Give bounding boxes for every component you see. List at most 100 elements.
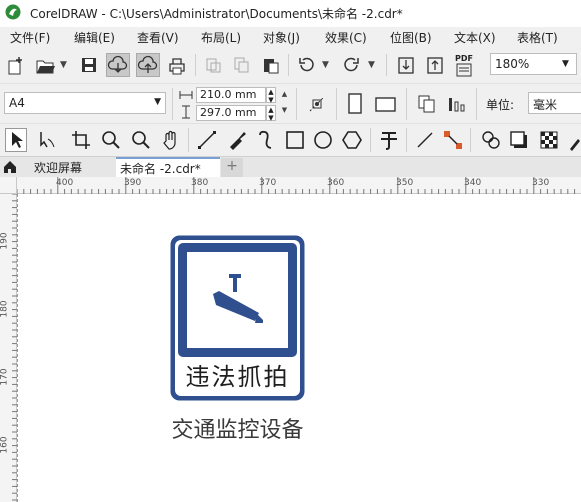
shape-tool-icon[interactable] [36,129,58,151]
tab-welcome[interactable]: 欢迎屏幕 [22,157,116,178]
page-height-field[interactable]: 297.0 mm [196,105,266,121]
window-title: CorelDRAW - C:\Users\Administrator\Docum… [30,7,403,21]
open-folder-icon[interactable] [35,56,57,76]
menu-text[interactable]: 文本(X) [454,29,496,46]
connector-tool-icon[interactable] [442,129,464,151]
toolbox [0,123,581,156]
freehand-tool-icon[interactable] [196,129,218,151]
export-icon[interactable] [425,55,445,75]
ruler-origin[interactable] [0,177,17,194]
menu-file[interactable]: 文件(F) [10,29,50,46]
unit-select[interactable]: 毫米 [528,92,581,114]
bezier-tool-icon[interactable] [255,129,277,151]
landscape-icon[interactable] [374,94,398,114]
ruler-label: 330 [532,178,550,188]
sign-caption: 交通监控设备 [171,418,304,443]
unit-label: 单位: [486,98,515,112]
separator [470,128,471,152]
artistic-media-icon[interactable] [226,129,248,151]
page-height-value: 297.0 mm [200,106,257,119]
tab-document-label: 未命名 -2.cdr* [120,162,201,176]
separator [172,88,173,120]
cut-icon[interactable] [204,56,222,74]
cloud-download-icon [107,55,128,73]
blend-tool-icon[interactable] [480,129,502,151]
redo-dropdown-icon[interactable]: ▼ [368,60,375,70]
paste-icon[interactable] [262,56,280,74]
drawing-canvas[interactable]: 违法抓拍 交通监控设备 [17,194,581,502]
page-border [17,194,18,502]
page-width-value: 210.0 mm [200,88,257,101]
menu-object[interactable]: 对象(J) [263,29,300,46]
pick-tool-button[interactable] [5,128,27,152]
separator [195,54,196,76]
undo-icon[interactable] [297,56,315,74]
menu-edit[interactable]: 编辑(E) [74,29,115,46]
zoom-tool-icon[interactable] [100,129,122,151]
portrait-icon[interactable] [344,92,366,116]
separator [406,88,407,120]
document-tab-bar: 欢迎屏幕 未命名 -2.cdr* + [0,156,581,178]
menu-table[interactable]: 表格(T) [517,29,558,46]
pan-tool-icon[interactable] [160,129,182,151]
separator [336,88,337,120]
ruler-label: 400 [56,178,74,188]
page-size-value: A4 [9,96,25,110]
print-icon[interactable] [167,56,187,76]
page-size-select[interactable]: A4 ▼ [4,92,166,114]
cloud-upload-button[interactable] [136,53,160,77]
page-options-icon[interactable] [306,93,328,115]
dimension-tool-icon[interactable] [414,129,436,151]
horizontal-ruler[interactable]: 400 390 380 370 360 350 340 330 [0,177,581,194]
undo-dropdown-icon[interactable]: ▼ [322,60,329,70]
add-tab-button[interactable]: + [221,158,243,177]
ruler-label: 170 [0,368,10,386]
ruler-label: 190 [0,232,10,250]
tab-document[interactable]: 未命名 -2.cdr* [116,157,220,178]
width-spinner[interactable]: ▲ ▼ [266,87,276,104]
drop-shadow-tool-icon[interactable] [508,129,530,151]
menu-layout[interactable]: 布局(L) [201,29,241,46]
crop-tool-icon[interactable] [70,129,92,151]
save-icon[interactable] [80,56,98,74]
rectangle-tool-icon[interactable] [284,129,306,151]
height-spinner[interactable]: ▲ ▼ [266,105,276,122]
separator [188,128,189,152]
zoom-dropdown-icon[interactable]: ▼ [559,53,577,75]
publish-pdf-button[interactable]: PDF [454,54,476,78]
size-lock-spinner[interactable]: ▲ ▼ [278,87,291,121]
transparency-tool-icon[interactable] [538,129,560,151]
separator [386,54,387,76]
current-page-icon[interactable] [446,93,468,115]
sign-main-text: 违法抓拍 [185,363,290,391]
coreldraw-logo-icon [5,4,21,20]
zoom-level-field[interactable]: 180% [490,53,560,75]
cloud-upload-icon [137,55,158,73]
menu-effects[interactable]: 效果(C) [325,29,367,46]
ellipse-tool-icon[interactable] [312,129,334,151]
ruler-label: 360 [327,178,345,188]
vertical-ruler[interactable]: 190 180 170 160 [0,194,17,502]
menu-view[interactable]: 查看(V) [137,29,179,46]
copy-icon[interactable] [233,56,251,74]
ruler-label: 370 [259,178,277,188]
title-bar: CorelDRAW - C:\Users\Administrator\Docum… [0,0,581,27]
text-tool-icon[interactable] [378,129,400,151]
new-document-icon[interactable] [6,56,26,76]
menu-bar: 文件(F) 编辑(E) 查看(V) 布局(L) 对象(J) 效果(C) 位图(B… [0,27,581,48]
separator [370,128,371,152]
all-pages-icon[interactable] [416,93,438,115]
ruler-label: 180 [0,300,10,318]
home-icon[interactable] [2,159,18,175]
redo-icon[interactable] [343,56,361,74]
menu-bitmaps[interactable]: 位图(B) [390,29,432,46]
polygon-tool-icon[interactable] [341,129,363,151]
width-icon [179,91,193,99]
cloud-download-button[interactable] [106,53,130,77]
page-width-field[interactable]: 210.0 mm [196,87,266,103]
open-dropdown-icon[interactable]: ▼ [60,60,67,70]
color-eyedropper-icon[interactable] [568,129,581,151]
import-icon[interactable] [396,55,416,75]
zoom-out-tool-icon[interactable] [130,129,152,151]
page-size-dropdown-icon: ▼ [154,97,161,107]
